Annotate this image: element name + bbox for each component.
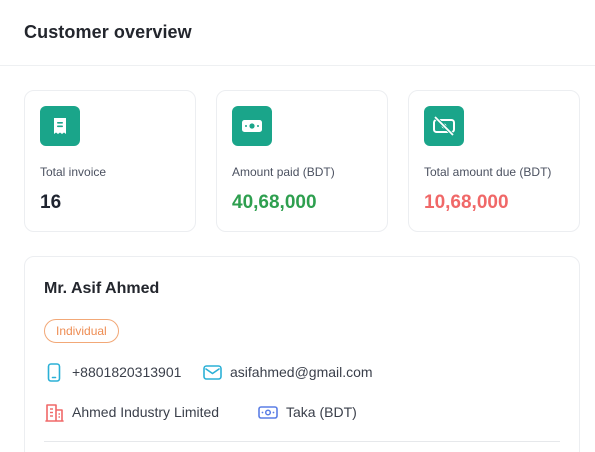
- receipt-icon: [40, 106, 80, 146]
- amount-paid-card: Amount paid (BDT) 40,68,000: [216, 90, 388, 232]
- cash-off-icon: [424, 106, 464, 146]
- amount-paid-value: 40,68,000: [232, 192, 317, 213]
- section-divider: [44, 441, 560, 442]
- customer-currency: Taka (BDT): [258, 402, 357, 422]
- page-title: Customer overview: [24, 22, 192, 42]
- page-header: Customer overview: [0, 0, 595, 66]
- customer-company: Ahmed Industry Limited: [44, 402, 219, 422]
- customer-type-badge: Individual: [44, 319, 119, 343]
- amount-due-label: Total amount due (BDT): [424, 165, 552, 179]
- customer-phone: +8801820313901: [44, 362, 181, 382]
- phone-icon: [44, 362, 64, 382]
- currency-name: Taka (BDT): [286, 404, 357, 420]
- cash-icon: [232, 106, 272, 146]
- amount-paid-label: Amount paid (BDT): [232, 165, 335, 179]
- money-icon: [258, 402, 278, 422]
- total-invoice-card: Total invoice 16: [24, 90, 196, 232]
- phone-number: +8801820313901: [72, 364, 182, 380]
- total-invoice-label: Total invoice: [40, 165, 107, 179]
- amount-due-card: Total amount due (BDT) 10,68,000: [408, 90, 580, 232]
- customer-profile-card: Mr. Asif Ahmed Individual +8801820313901…: [24, 256, 580, 452]
- customer-name: Mr. Asif Ahmed: [44, 280, 160, 297]
- total-invoice-value: 16: [40, 192, 62, 213]
- amount-due-value: 10,68,000: [424, 192, 509, 213]
- building-icon: [44, 402, 64, 422]
- email-address[interactable]: asifahmed@gmail.com: [230, 364, 373, 380]
- company-name: Ahmed Industry Limited: [72, 404, 220, 420]
- mail-icon: [202, 362, 222, 382]
- customer-email[interactable]: asifahmed@gmail.com: [202, 362, 373, 382]
